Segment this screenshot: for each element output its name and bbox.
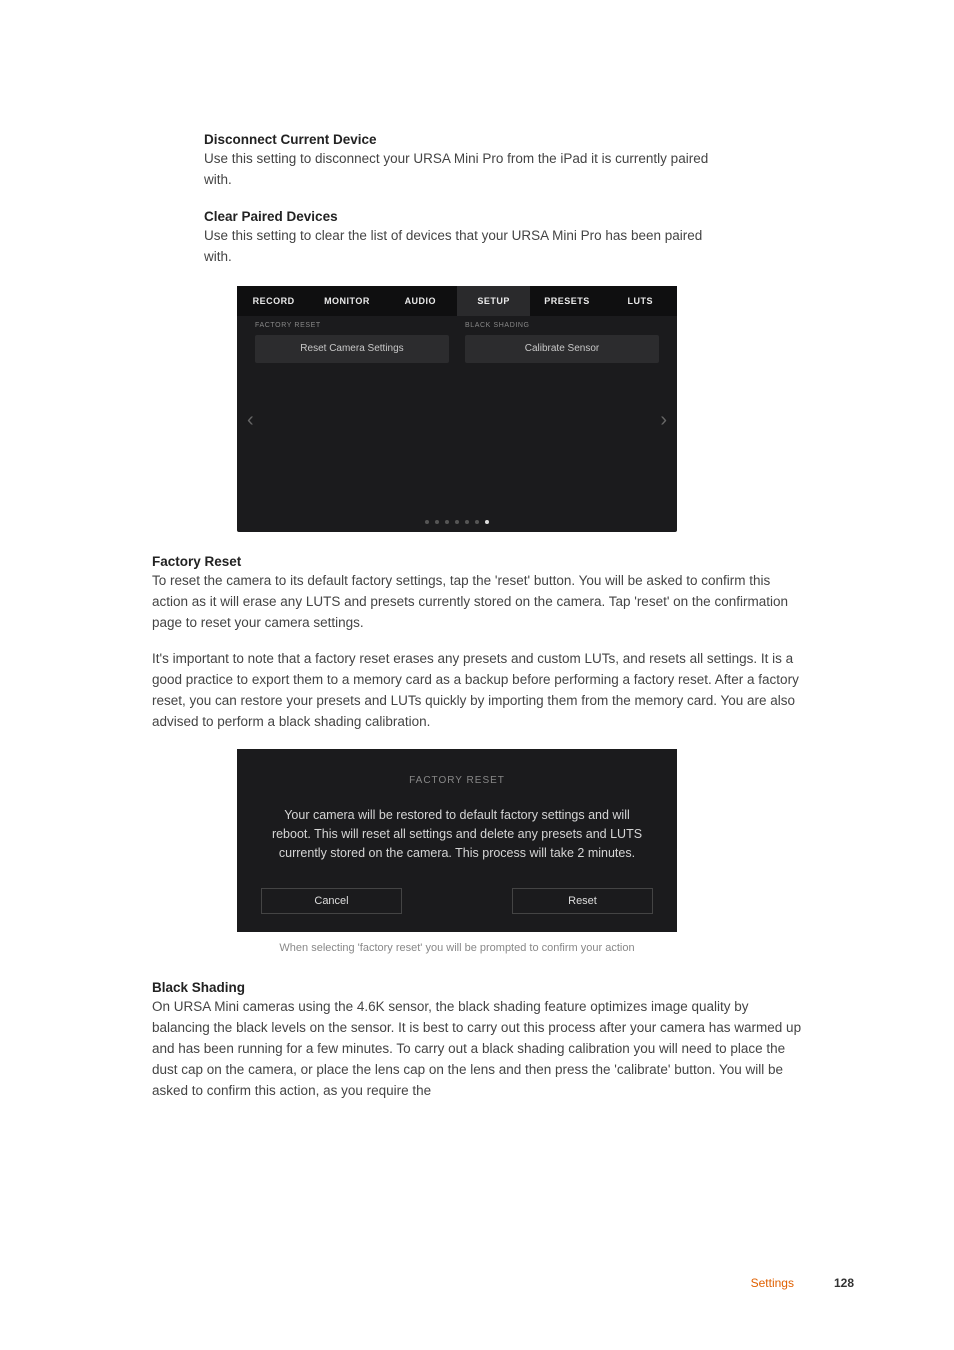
reset-camera-settings-button[interactable]: Reset Camera Settings bbox=[255, 335, 449, 363]
dialog-message: Your camera will be restored to default … bbox=[261, 806, 653, 862]
page-dot[interactable] bbox=[455, 520, 459, 524]
tab-setup[interactable]: SETUP bbox=[457, 286, 530, 316]
factory-reset-heading: Factory Reset bbox=[152, 554, 802, 569]
black-shading-heading: Black Shading bbox=[152, 980, 802, 995]
black-shading-label: BLACK SHADING bbox=[465, 322, 659, 329]
page-dots bbox=[237, 520, 677, 524]
tab-luts[interactable]: LUTS bbox=[604, 286, 677, 316]
page-dot[interactable] bbox=[435, 520, 439, 524]
camera-setup-screenshot: RECORDMONITORAUDIOSETUPPRESETSLUTS FACTO… bbox=[237, 286, 677, 532]
footer-section-label: Settings bbox=[751, 1276, 794, 1290]
reset-button[interactable]: Reset bbox=[512, 888, 653, 914]
calibrate-sensor-button[interactable]: Calibrate Sensor bbox=[465, 335, 659, 363]
chevron-left-icon[interactable]: ‹ bbox=[247, 409, 254, 432]
dialog-caption: When selecting 'factory reset' you will … bbox=[237, 942, 677, 954]
dialog-title: FACTORY RESET bbox=[261, 775, 653, 786]
cancel-button[interactable]: Cancel bbox=[261, 888, 402, 914]
page-dot[interactable] bbox=[425, 520, 429, 524]
factory-reset-dialog: FACTORY RESET Your camera will be restor… bbox=[237, 749, 677, 932]
clear-body: Use this setting to clear the list of de… bbox=[204, 226, 712, 268]
disconnect-heading: Disconnect Current Device bbox=[204, 132, 712, 147]
page-dot[interactable] bbox=[445, 520, 449, 524]
disconnect-body: Use this setting to disconnect your URSA… bbox=[204, 149, 712, 191]
page-dot[interactable] bbox=[465, 520, 469, 524]
black-shading-body: On URSA Mini cameras using the 4.6K sens… bbox=[152, 997, 802, 1102]
clear-heading: Clear Paired Devices bbox=[204, 209, 712, 224]
tab-bar: RECORDMONITORAUDIOSETUPPRESETSLUTS bbox=[237, 286, 677, 316]
tab-monitor[interactable]: MONITOR bbox=[310, 286, 383, 316]
footer-page-number: 128 bbox=[834, 1276, 854, 1290]
chevron-right-icon[interactable]: › bbox=[660, 409, 667, 432]
factory-reset-label: FACTORY RESET bbox=[255, 322, 449, 329]
tab-record[interactable]: RECORD bbox=[237, 286, 310, 316]
page-footer: Settings 128 bbox=[751, 1276, 854, 1290]
page-dot[interactable] bbox=[485, 520, 489, 524]
tab-presets[interactable]: PRESETS bbox=[530, 286, 603, 316]
factory-reset-p2: It's important to note that a factory re… bbox=[152, 649, 802, 733]
tab-audio[interactable]: AUDIO bbox=[384, 286, 457, 316]
page-dot[interactable] bbox=[475, 520, 479, 524]
factory-reset-p1: To reset the camera to its default facto… bbox=[152, 571, 802, 634]
